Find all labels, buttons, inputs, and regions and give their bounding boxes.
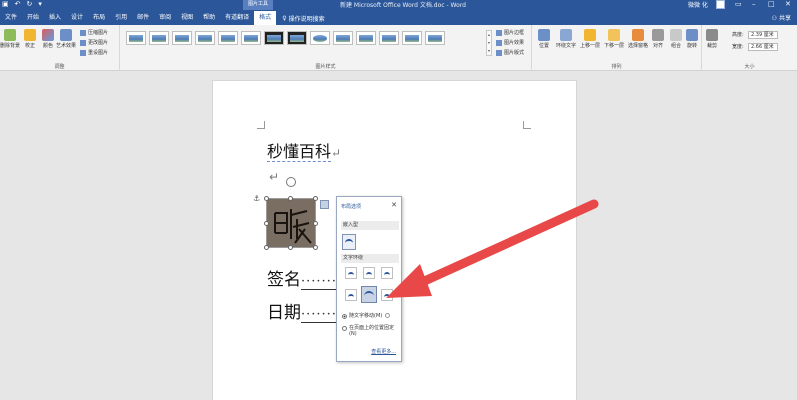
- annotation-arrow-icon: [386, 199, 599, 298]
